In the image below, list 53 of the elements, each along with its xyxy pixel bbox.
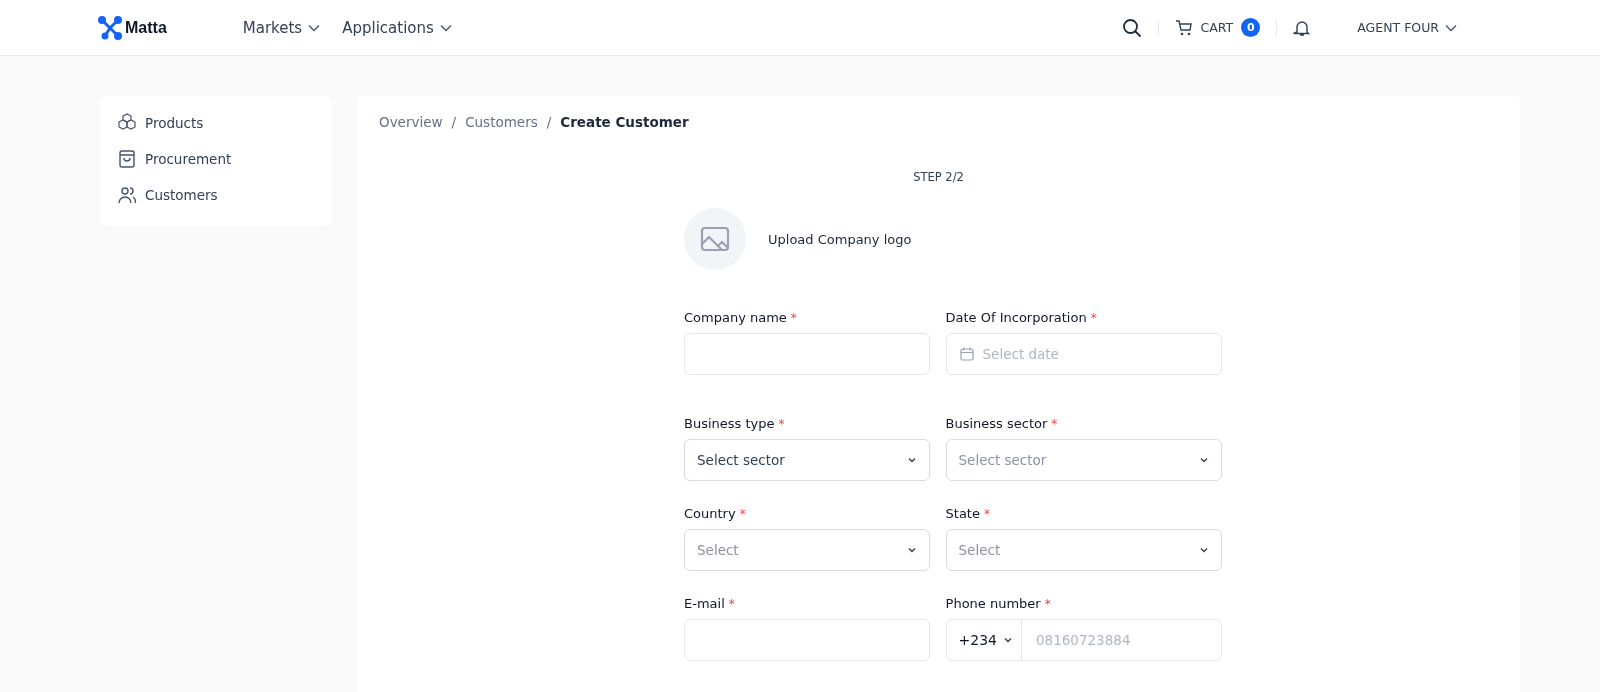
nav-menu[interactable]: Applications: [342, 18, 452, 37]
field-label: Business sector: [945, 416, 1048, 431]
chevron-down-icon: [439, 23, 452, 32]
required-mark: *: [728, 597, 735, 611]
field-label: State: [945, 506, 980, 521]
field-label: Date Of Incorporation: [945, 310, 1087, 325]
breadcrumb-link[interactable]: Overview: [379, 114, 443, 130]
required-mark: *: [739, 507, 746, 521]
logo-icon: [98, 15, 122, 40]
required-mark: *: [983, 507, 990, 521]
bag-icon: [117, 149, 137, 169]
users-icon: [117, 185, 137, 205]
logo-text: Matta: [125, 18, 167, 37]
upload-label: Upload Company logo: [768, 231, 912, 247]
field-label: Business type: [684, 416, 775, 431]
calendar-icon: [958, 346, 975, 362]
cart-icon: [1174, 18, 1193, 37]
chevron-down-icon: [308, 23, 321, 32]
required-mark: *: [790, 311, 797, 325]
required-mark: *: [1051, 417, 1058, 431]
breadcrumb-link[interactable]: Create Customer: [560, 114, 689, 130]
chevron-down-icon: [906, 457, 917, 463]
user-menu[interactable]: AGENT FOUR: [1357, 20, 1457, 35]
required-mark: *: [1090, 311, 1097, 325]
chevron-down-icon: [1445, 23, 1457, 32]
breadcrumb-link[interactable]: Customers: [465, 114, 538, 130]
field-label: Company name: [684, 310, 787, 325]
phone-field[interactable]: +234 08160723884: [945, 619, 1222, 661]
chevron-down-icon: [1003, 637, 1013, 643]
date-field[interactable]: Select date: [945, 333, 1222, 375]
image-icon: [700, 226, 730, 252]
input-field[interactable]: [684, 333, 930, 375]
field-label: Phone number: [945, 596, 1041, 611]
cart-count-badge: 0: [1241, 18, 1261, 37]
input-field[interactable]: [684, 619, 930, 661]
field-label: E-mail: [684, 596, 725, 611]
nav-menu[interactable]: Markets: [242, 18, 321, 37]
bell-icon[interactable]: [1293, 18, 1312, 37]
sidebar-item[interactable]: Procurement: [117, 146, 315, 172]
required-mark: *: [778, 417, 785, 431]
chevron-down-icon: [1199, 457, 1209, 463]
field-label: Country: [684, 506, 736, 521]
cart-button[interactable]: CART 0: [1174, 18, 1261, 37]
sidebar-item[interactable]: Products: [117, 110, 315, 136]
breadcrumb-separator: /: [451, 114, 457, 130]
search-icon[interactable]: [1121, 17, 1142, 38]
sidebar-item[interactable]: Customers: [117, 182, 315, 208]
select-field[interactable]: Select sector: [684, 439, 930, 481]
chevron-down-icon: [906, 547, 917, 553]
breadcrumb-separator: /: [546, 114, 552, 130]
chevron-down-icon: [1199, 547, 1209, 553]
step-indicator: STEP 2/2: [912, 170, 965, 184]
required-mark: *: [1044, 597, 1051, 611]
